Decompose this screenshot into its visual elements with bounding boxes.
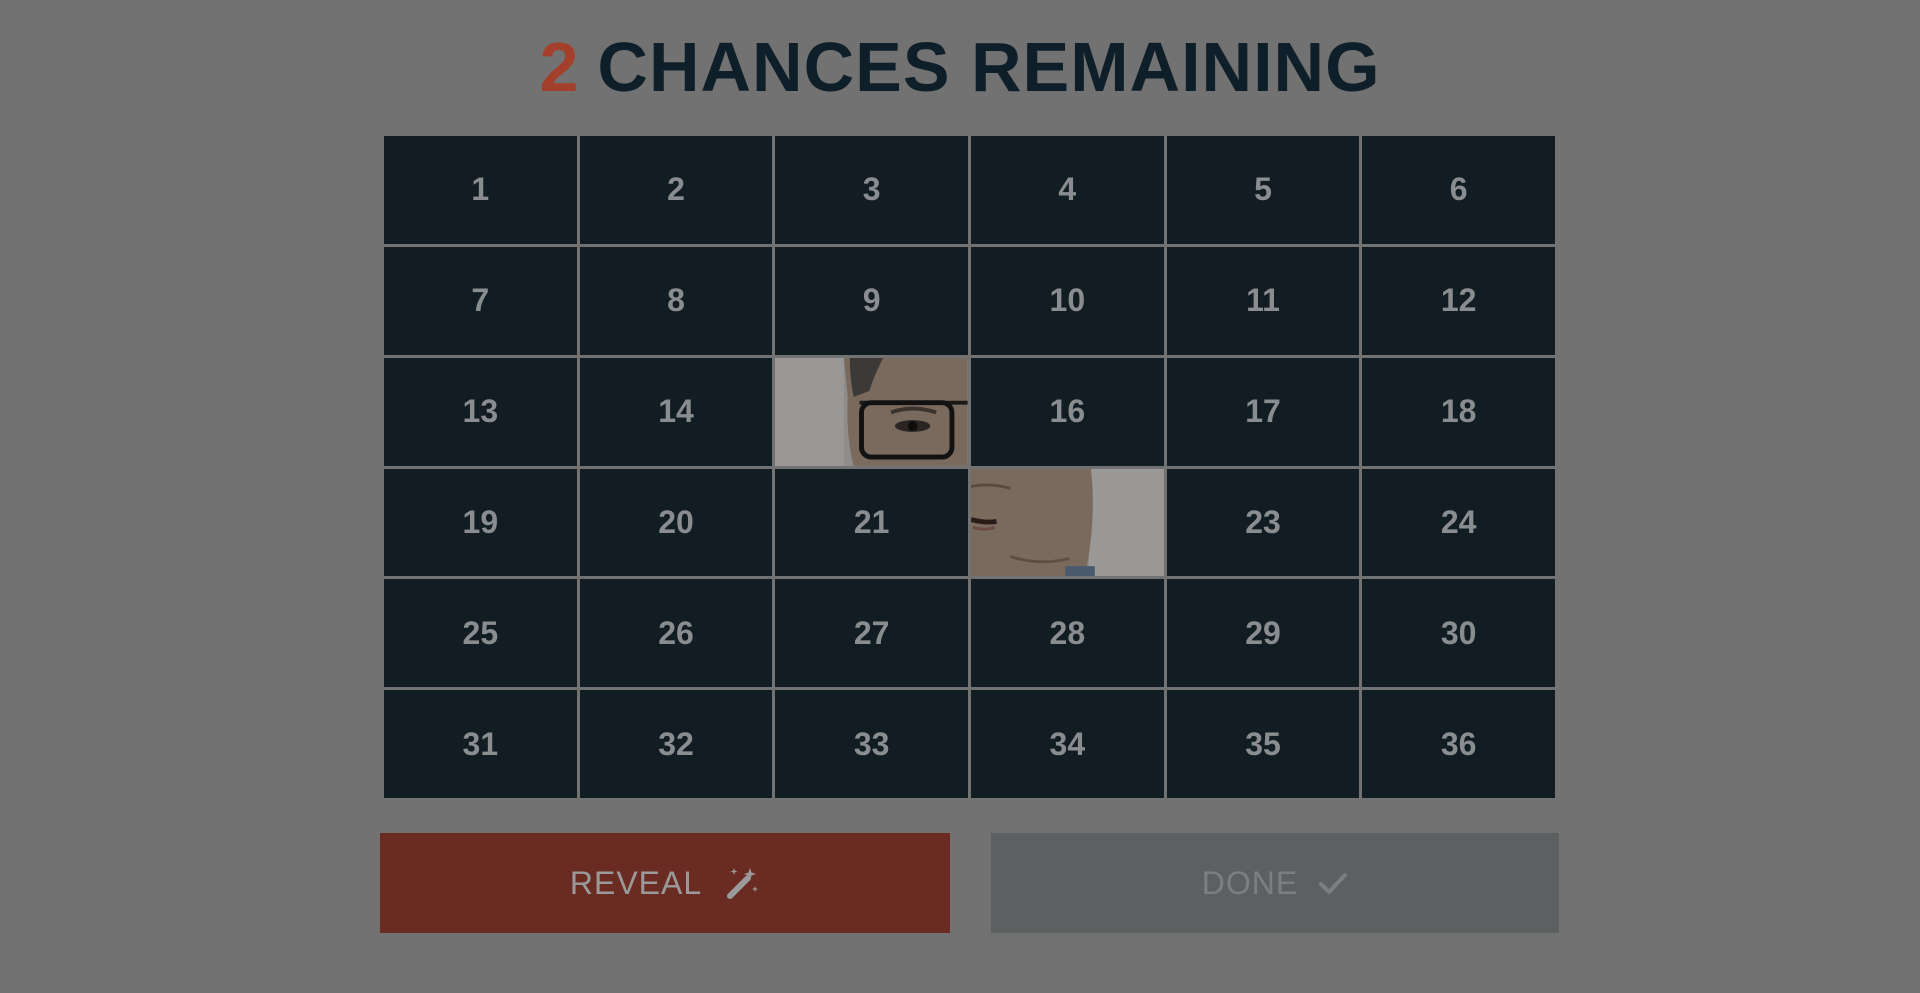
grid-tile-10[interactable]: 10	[971, 246, 1164, 355]
chances-count: 2	[539, 28, 580, 106]
grid-tile-29[interactable]: 29	[1166, 579, 1360, 688]
reveal-button[interactable]: REVEAL	[380, 833, 950, 933]
revealed-tile-22-photo	[971, 468, 1164, 577]
magic-wand-icon	[722, 864, 760, 902]
grid-tile-21[interactable]: 21	[775, 468, 968, 577]
grid-tile-8[interactable]: 8	[579, 246, 773, 355]
done-button[interactable]: DONE	[991, 833, 1559, 933]
grid-tile-18[interactable]: 18	[1362, 357, 1555, 466]
grid-tile-6[interactable]: 6	[1362, 136, 1555, 244]
grid-tile-35[interactable]: 35	[1166, 690, 1360, 798]
reveal-button-label: REVEAL	[569, 864, 703, 901]
grid-tile-30[interactable]: 30	[1362, 579, 1555, 688]
grid-tile-24[interactable]: 24	[1362, 468, 1555, 577]
grid-tile-17[interactable]: 17	[1166, 357, 1360, 466]
grid-tile-23[interactable]: 23	[1166, 468, 1360, 577]
grid-tile-16[interactable]: 16	[971, 357, 1164, 466]
grid-tile-2[interactable]: 2	[579, 136, 773, 244]
grid-tile-31[interactable]: 31	[384, 690, 577, 798]
chances-label: CHANCES REMAINING	[597, 28, 1381, 106]
grid-tile-34[interactable]: 34	[971, 690, 1164, 798]
grid-tile-33[interactable]: 33	[775, 690, 968, 798]
grid-tile-3[interactable]: 3	[775, 136, 968, 244]
portrait-eye-glasses-fragment	[775, 357, 968, 466]
done-button-label: DONE	[1201, 864, 1299, 901]
chances-remaining-heading: 2 CHANCES REMAINING	[0, 26, 1920, 108]
grid-tile-14[interactable]: 14	[579, 357, 773, 466]
grid-tile-7[interactable]: 7	[384, 246, 577, 355]
grid-tile-25[interactable]: 25	[384, 579, 577, 688]
grid-tile-11[interactable]: 11	[1166, 246, 1360, 355]
grid-tile-19[interactable]: 19	[384, 468, 577, 577]
game-screen: 2 CHANCES REMAINING 1 2 3 4 5 6 7 8 9 10 …	[0, 0, 1920, 993]
grid-tile-9[interactable]: 9	[775, 246, 968, 355]
grid-tile-20[interactable]: 20	[579, 468, 773, 577]
grid-tile-5[interactable]: 5	[1166, 136, 1360, 244]
grid-tile-26[interactable]: 26	[579, 579, 773, 688]
grid-tile-12[interactable]: 12	[1362, 246, 1555, 355]
grid-tile-4[interactable]: 4	[971, 136, 1164, 244]
grid-tile-27[interactable]: 27	[775, 579, 968, 688]
grid-tile-36[interactable]: 36	[1362, 690, 1555, 798]
revealed-tile-15-photo	[775, 357, 968, 466]
tile-grid: 1 2 3 4 5 6 7 8 9 10 11 12 13 14 16 17 1…	[384, 136, 1555, 798]
grid-tile-1[interactable]: 1	[384, 136, 577, 244]
portrait-mouth-fragment	[971, 468, 1164, 577]
checkmark-icon	[1318, 868, 1348, 898]
grid-tile-32[interactable]: 32	[579, 690, 773, 798]
grid-tile-13[interactable]: 13	[384, 357, 577, 466]
grid-tile-28[interactable]: 28	[971, 579, 1164, 688]
